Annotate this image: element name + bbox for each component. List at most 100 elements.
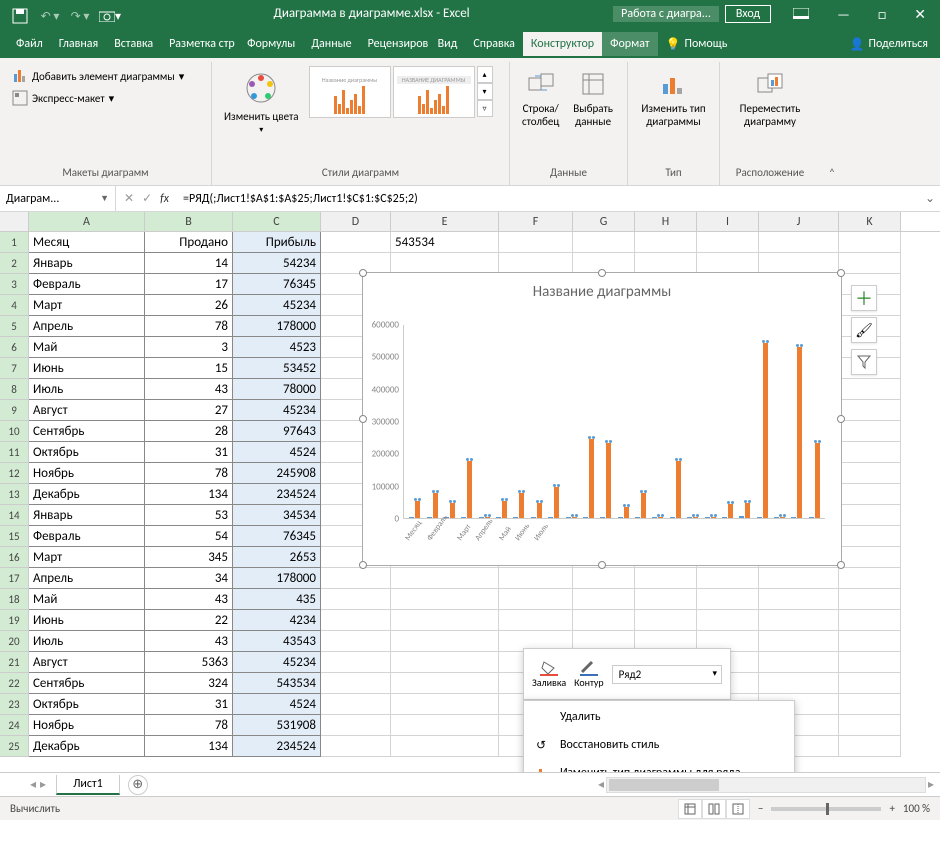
- cell[interactable]: [391, 631, 499, 652]
- cell[interactable]: [839, 715, 901, 736]
- tab-view[interactable]: Вид: [430, 32, 466, 56]
- cell[interactable]: Февраль: [29, 274, 145, 295]
- cell[interactable]: 45234: [233, 295, 321, 316]
- row-header[interactable]: 8: [0, 379, 29, 400]
- cell[interactable]: [321, 253, 391, 274]
- cell[interactable]: 4524: [233, 442, 321, 463]
- row-header[interactable]: 11: [0, 442, 29, 463]
- cell[interactable]: Июнь: [29, 610, 145, 631]
- cell[interactable]: 28: [145, 421, 233, 442]
- cell[interactable]: 43: [145, 589, 233, 610]
- cell[interactable]: [839, 379, 901, 400]
- cell[interactable]: [839, 631, 901, 652]
- column-header[interactable]: B: [145, 212, 233, 231]
- cell[interactable]: 27: [145, 400, 233, 421]
- cell[interactable]: [839, 652, 901, 673]
- cell[interactable]: 34534: [233, 505, 321, 526]
- cell[interactable]: 45234: [233, 652, 321, 673]
- tab-format[interactable]: Формат: [602, 32, 657, 56]
- camera-icon[interactable]: ▾: [96, 4, 124, 28]
- cell[interactable]: 234524: [233, 484, 321, 505]
- tab-file[interactable]: Файл: [8, 32, 51, 56]
- add-chart-element-button[interactable]: Добавить элемент диаграммы ▾: [8, 66, 188, 86]
- cell[interactable]: [759, 631, 839, 652]
- cell[interactable]: [573, 568, 635, 589]
- close-icon[interactable]: ✕: [900, 0, 940, 28]
- cell[interactable]: [573, 610, 635, 631]
- outline-button[interactable]: Контур: [574, 660, 604, 689]
- row-header[interactable]: 5: [0, 316, 29, 337]
- cell[interactable]: Июль: [29, 631, 145, 652]
- sheet-nav-prev-icon[interactable]: ◂: [30, 777, 36, 792]
- column-header[interactable]: K: [839, 212, 901, 231]
- cell[interactable]: [697, 589, 759, 610]
- cell[interactable]: [321, 589, 391, 610]
- cell[interactable]: [759, 568, 839, 589]
- add-sheet-button[interactable]: ⊕: [128, 775, 148, 795]
- tab-insert[interactable]: Вставка: [106, 32, 161, 56]
- move-chart-button[interactable]: Переместить диаграмму: [736, 66, 805, 130]
- cell[interactable]: [839, 505, 901, 526]
- column-header[interactable]: H: [635, 212, 697, 231]
- row-header[interactable]: 1: [0, 232, 29, 253]
- cell[interactable]: 34: [145, 568, 233, 589]
- cell[interactable]: [321, 694, 391, 715]
- cell[interactable]: [391, 253, 499, 274]
- cell[interactable]: [839, 463, 901, 484]
- cell[interactable]: Продано: [145, 232, 233, 253]
- cell[interactable]: [391, 610, 499, 631]
- cell[interactable]: 26: [145, 295, 233, 316]
- cell[interactable]: [839, 694, 901, 715]
- tab-home[interactable]: Главная: [51, 32, 106, 56]
- embedded-chart[interactable]: Название диаграммы 010000020000030000040…: [362, 272, 842, 566]
- cell[interactable]: 78: [145, 316, 233, 337]
- chart-filter-icon[interactable]: [851, 349, 877, 375]
- tab-data[interactable]: Данные: [303, 32, 359, 56]
- cell[interactable]: Месяц: [29, 232, 145, 253]
- cell[interactable]: Прибыль: [233, 232, 321, 253]
- cell[interactable]: Август: [29, 652, 145, 673]
- cell[interactable]: Декабрь: [29, 736, 145, 757]
- cell[interactable]: 531908: [233, 715, 321, 736]
- series-combo[interactable]: Ряд2: [612, 665, 722, 684]
- cell[interactable]: 543534: [391, 232, 499, 253]
- cell[interactable]: [321, 673, 391, 694]
- column-header[interactable]: I: [697, 212, 759, 231]
- cell[interactable]: 5363: [145, 652, 233, 673]
- cell[interactable]: [391, 694, 499, 715]
- cell[interactable]: [635, 568, 697, 589]
- switch-row-col-button[interactable]: Строка/ столбец: [518, 66, 563, 130]
- style-thumb-1[interactable]: Название диаграммы: [309, 66, 391, 118]
- zoom-slider[interactable]: [771, 807, 881, 811]
- cell[interactable]: 17: [145, 274, 233, 295]
- cell[interactable]: [697, 232, 759, 253]
- formula-input[interactable]: =РЯД(;Лист1!$A$1:$A$25;Лист1!$C$1:$C$25;…: [177, 192, 920, 206]
- cell[interactable]: Июль: [29, 379, 145, 400]
- cell[interactable]: 31: [145, 694, 233, 715]
- fill-button[interactable]: Заливка: [532, 660, 566, 689]
- horizontal-scrollbar[interactable]: [606, 777, 926, 793]
- row-header[interactable]: 12: [0, 463, 29, 484]
- tab-help[interactable]: Справка: [465, 32, 523, 56]
- cell[interactable]: 178000: [233, 568, 321, 589]
- row-header[interactable]: 14: [0, 505, 29, 526]
- cell[interactable]: [839, 484, 901, 505]
- ribbon-options-icon[interactable]: [779, 0, 823, 28]
- fx-icon[interactable]: fx: [160, 192, 169, 206]
- cell[interactable]: 54: [145, 526, 233, 547]
- cell[interactable]: Апрель: [29, 568, 145, 589]
- cell[interactable]: 4524: [233, 694, 321, 715]
- cell[interactable]: 31: [145, 442, 233, 463]
- chart-plus-icon[interactable]: ＋: [851, 285, 877, 311]
- cell[interactable]: [391, 652, 499, 673]
- cell[interactable]: 14: [145, 253, 233, 274]
- cell[interactable]: 178000: [233, 316, 321, 337]
- cell[interactable]: [499, 589, 573, 610]
- worksheet-grid[interactable]: ABCDEFGHIJK 1МесяцПроданоПрибыль5435342Я…: [0, 212, 940, 772]
- cell[interactable]: 43: [145, 631, 233, 652]
- cell[interactable]: Октябрь: [29, 694, 145, 715]
- tab-design[interactable]: Конструктор: [523, 32, 602, 56]
- column-header[interactable]: G: [573, 212, 635, 231]
- cell[interactable]: [391, 715, 499, 736]
- cell[interactable]: Ноябрь: [29, 463, 145, 484]
